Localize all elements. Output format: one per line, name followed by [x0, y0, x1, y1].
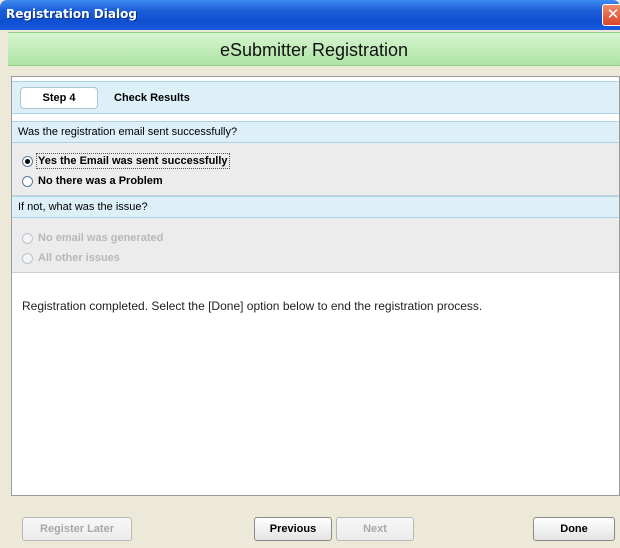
radio-button[interactable] [22, 175, 33, 187]
register-later-button[interactable]: Register Later [22, 517, 132, 541]
question-issue: If not, what was the issue? [12, 196, 619, 218]
radio-label[interactable]: Yes the Email was sent successfully [36, 153, 230, 169]
radio-label: No email was generated [38, 232, 164, 244]
radio-no-email-generated: No email was generated [22, 230, 163, 246]
header-banner: eSubmitter Registration [8, 32, 620, 66]
window-title: Registration Dialog [6, 7, 137, 21]
radio-button [22, 232, 33, 244]
radio-email-sent-yes[interactable]: Yes the Email was sent successfully [22, 153, 230, 169]
close-icon[interactable]: ✕ [602, 4, 620, 26]
question-label: If not, what was the issue? [18, 201, 148, 213]
step-title: Check Results [114, 92, 190, 104]
status-message: Registration completed. Select the [Done… [22, 299, 483, 313]
title-bar[interactable]: Registration Dialog ✕ [0, 0, 620, 30]
content-panel: Step 4 Check Results Was the registratio… [11, 76, 620, 496]
page-title: eSubmitter Registration [219, 40, 409, 60]
step-bar: Step 4 Check Results [12, 81, 619, 114]
step-indicator: Step 4 [20, 87, 98, 109]
done-button[interactable]: Done [533, 517, 615, 541]
radio-email-sent-no[interactable]: No there was a Problem [22, 173, 163, 189]
radio-button [22, 252, 33, 264]
radio-button[interactable] [22, 155, 33, 167]
previous-button[interactable]: Previous [254, 517, 332, 541]
registration-dialog: Registration Dialog ✕ eSubmitter Registr… [0, 0, 620, 548]
question-label: Was the registration email sent successf… [18, 126, 238, 138]
email-result-options: Yes the Email was sent successfully No t… [12, 143, 619, 196]
radio-label[interactable]: No there was a Problem [38, 175, 163, 187]
radio-label: All other issues [38, 252, 120, 264]
radio-all-other-issues: All other issues [22, 250, 120, 266]
issue-options: No email was generated All other issues [12, 218, 619, 273]
question-email-sent: Was the registration email sent successf… [12, 121, 619, 143]
next-button[interactable]: Next [336, 517, 414, 541]
